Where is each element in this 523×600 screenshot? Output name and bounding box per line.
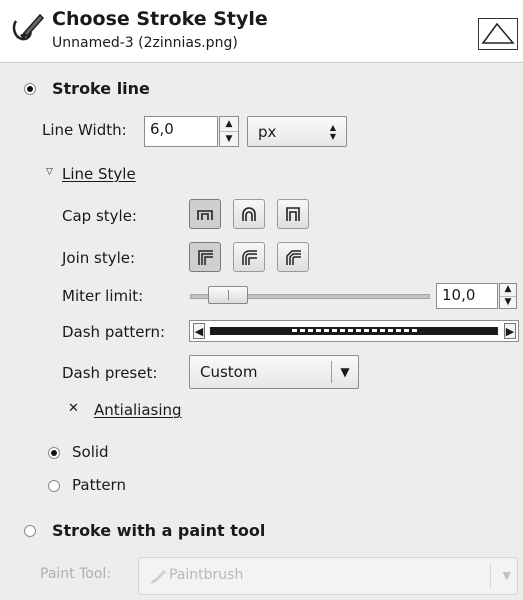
stroke-line-radio[interactable] bbox=[24, 83, 36, 95]
stroke-line-option[interactable]: Stroke line bbox=[24, 76, 224, 102]
dash-shift-right-button[interactable]: ▶ bbox=[504, 323, 516, 339]
pattern-label: Pattern bbox=[72, 476, 126, 494]
dialog-subtitle: Unnamed-3 (2zinnias.png) bbox=[52, 35, 238, 51]
dialog-title: Choose Stroke Style bbox=[52, 8, 268, 30]
chevron-down-icon: ▼ bbox=[502, 569, 511, 582]
cap-round-icon bbox=[242, 207, 256, 221]
cap-square-icon bbox=[286, 207, 300, 221]
dash-shift-left-button[interactable]: ◀ bbox=[193, 323, 205, 339]
paint-tool-select[interactable]: Paintbrush ▼ bbox=[138, 557, 518, 595]
chevron-up-icon[interactable]: ▲ bbox=[220, 117, 238, 131]
miter-limit-label: Miter limit: bbox=[62, 287, 144, 305]
chevron-down-icon: ▼ bbox=[340, 365, 350, 379]
stroke-preview-thumbnail bbox=[478, 18, 518, 50]
stroke-paint-tool-radio[interactable] bbox=[24, 525, 36, 537]
stroke-line-label: Stroke line bbox=[52, 79, 150, 98]
solid-label: Solid bbox=[72, 443, 109, 461]
dash-segments-icon bbox=[292, 329, 417, 332]
arrow-left-icon: ◀ bbox=[194, 324, 204, 338]
dash-pattern-label: Dash pattern: bbox=[62, 323, 166, 341]
miter-limit-input[interactable]: 10,0 bbox=[436, 283, 498, 309]
chevron-up-icon[interactable]: ▲ bbox=[500, 284, 516, 296]
join-round-icon bbox=[242, 250, 257, 265]
cap-butt-icon bbox=[197, 210, 213, 220]
solid-radio[interactable] bbox=[48, 447, 60, 459]
dash-preset-value: Custom bbox=[200, 363, 258, 381]
join-bevel-icon bbox=[286, 250, 301, 265]
updown-arrows-icon: ▲ ▼ bbox=[329, 122, 337, 141]
dash-preset-label: Dash preset: bbox=[62, 364, 158, 382]
stroke-paint-tool-label: Stroke with a paint tool bbox=[52, 521, 266, 540]
unit-select[interactable]: px ▲ ▼ bbox=[247, 116, 347, 147]
join-round-button[interactable] bbox=[233, 242, 265, 272]
miter-limit-slider-handle[interactable] bbox=[208, 286, 248, 304]
combo-separator bbox=[490, 564, 491, 588]
cap-style-label: Cap style: bbox=[62, 207, 137, 225]
stroke-paint-tool-option[interactable]: Stroke with a paint tool bbox=[24, 518, 324, 544]
cap-round-button[interactable] bbox=[233, 199, 265, 229]
solid-option[interactable]: Solid bbox=[48, 442, 168, 464]
line-width-stepper[interactable]: ▲ ▼ bbox=[219, 116, 239, 147]
antialiasing-checkbox[interactable]: ✕ bbox=[68, 402, 80, 415]
join-miter-icon bbox=[198, 250, 213, 265]
pattern-option[interactable]: Pattern bbox=[48, 475, 168, 497]
chevron-down-icon[interactable]: ▼ bbox=[500, 295, 516, 309]
paint-tool-value: Paintbrush bbox=[169, 567, 244, 583]
line-width-label: Line Width: bbox=[42, 121, 127, 139]
dash-pattern-editor[interactable]: ◀ ▶ bbox=[189, 320, 519, 342]
chevron-down-icon[interactable]: ▼ bbox=[220, 131, 238, 146]
unit-select-value: px bbox=[258, 122, 277, 141]
miter-limit-stepper[interactable]: ▲ ▼ bbox=[499, 283, 517, 309]
line-style-expander[interactable]: ▽ Line Style bbox=[46, 164, 206, 186]
antialiasing-label: Antialiasing bbox=[94, 401, 182, 419]
cap-square-button[interactable] bbox=[277, 199, 309, 229]
join-bevel-button[interactable] bbox=[277, 242, 309, 272]
dash-pattern-bar[interactable] bbox=[210, 327, 498, 335]
dialog-header: Choose Stroke Style Unnamed-3 (2zinnias.… bbox=[0, 0, 523, 63]
paintbrush-icon bbox=[150, 570, 166, 584]
dash-preset-select[interactable]: Custom ▼ bbox=[189, 355, 359, 389]
expander-triangle-icon: ▽ bbox=[46, 167, 53, 177]
antialiasing-option[interactable]: ✕ Antialiasing bbox=[68, 400, 208, 422]
line-width-input[interactable]: 6,0 bbox=[144, 116, 218, 147]
line-style-label: Line Style bbox=[62, 165, 136, 183]
join-style-label: Join style: bbox=[62, 249, 136, 267]
arrow-right-icon: ▶ bbox=[505, 324, 515, 338]
pattern-radio[interactable] bbox=[48, 480, 60, 492]
stroke-path-icon bbox=[481, 22, 515, 44]
paint-tool-label: Paint Tool: bbox=[40, 566, 112, 582]
stroke-brush-icon bbox=[12, 13, 45, 41]
cap-butt-button[interactable] bbox=[189, 199, 221, 229]
join-miter-button[interactable] bbox=[189, 242, 221, 272]
